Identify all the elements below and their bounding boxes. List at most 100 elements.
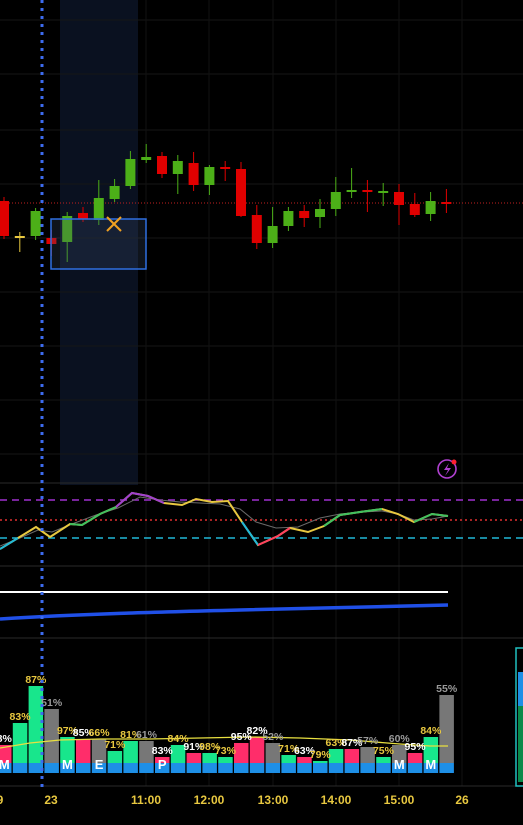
volume-bar <box>12 723 28 763</box>
candle-body <box>441 202 452 204</box>
time-label: 12:00 <box>193 793 225 807</box>
volume-percent-label: 87% <box>25 674 47 686</box>
volume-bar-base <box>139 763 154 773</box>
candle-body <box>362 190 373 192</box>
candle-body <box>93 198 104 220</box>
volume-bar-base <box>202 763 217 773</box>
candle-body <box>204 167 215 185</box>
oscillator-line <box>0 491 449 550</box>
volume-bar-base <box>234 763 249 773</box>
selection-box[interactable] <box>50 218 147 270</box>
candle-body <box>236 169 246 216</box>
candle-body <box>141 157 152 160</box>
candle-body <box>299 211 310 218</box>
volume-percent-label: 75% <box>373 745 395 757</box>
candle-body <box>109 186 120 199</box>
volume-bar <box>186 753 202 763</box>
volume-bar-base <box>186 763 202 773</box>
side-panel-widget[interactable] <box>515 647 523 787</box>
volume-bar <box>107 751 123 763</box>
candle-body <box>425 201 436 214</box>
oscillator-line-down <box>257 527 291 546</box>
oscillator-line-down <box>0 537 19 550</box>
time-label: 9 <box>0 793 3 807</box>
time-label: 13:00 <box>257 793 289 807</box>
volume-percent-label: 84% <box>420 725 442 737</box>
volume-bar <box>123 741 138 763</box>
volume-percent-label: 66% <box>89 727 111 739</box>
trend-line <box>0 603 449 621</box>
candle-body <box>157 156 167 174</box>
candle-body <box>283 211 294 226</box>
time-label: 23 <box>44 793 58 807</box>
volume-percent-label: 95% <box>405 741 427 753</box>
candle-body <box>315 209 325 217</box>
oscillator-line-up <box>413 512 449 523</box>
volume-percent-label: 52% <box>262 731 284 743</box>
volume-percent-label: 83% <box>10 711 32 723</box>
volume-bar-base <box>170 763 186 773</box>
volume-bar <box>234 743 249 763</box>
volume-bar <box>313 761 328 763</box>
volume-bar-base <box>107 763 123 773</box>
volume-bar-base <box>344 763 360 773</box>
volume-percent-label: 55% <box>436 683 458 695</box>
candle-body <box>172 161 183 174</box>
volume-bar-base <box>313 763 328 773</box>
lightning-alert-icon[interactable] <box>437 459 457 479</box>
volume-bar-base <box>297 763 312 773</box>
candle-body <box>30 211 41 236</box>
time-label: 26 <box>455 793 469 807</box>
volume-badge: M <box>394 757 405 772</box>
chart-stage[interactable]: MMEPMM 8%83%87%51%97%85%66%71%81%61%83%8… <box>0 0 523 820</box>
candle-body <box>125 159 136 186</box>
volume-bar-base <box>407 763 423 773</box>
volume-bar-base <box>12 763 28 773</box>
volume-bar-base <box>281 763 296 773</box>
volume-badge: E <box>95 757 104 772</box>
volume-bar <box>218 757 233 763</box>
volume-percent-label: 8% <box>0 733 12 745</box>
volume-percent-label: 83% <box>152 745 174 757</box>
candle-body <box>394 192 404 205</box>
time-label: 14:00 <box>320 793 352 807</box>
candle-body <box>267 226 278 243</box>
volume-percent-label: 73% <box>215 745 237 757</box>
candle-body <box>78 213 88 219</box>
chart-canvas[interactable]: MMEPMM 8%83%87%51%97%85%66%71%81%61%83%8… <box>0 0 523 820</box>
candle-body <box>409 204 420 215</box>
volume-bar-base <box>439 763 454 773</box>
candle-body <box>330 192 341 209</box>
volume-bar-base <box>44 763 59 773</box>
volume-bar-base <box>249 763 265 773</box>
volume-bar <box>407 753 423 763</box>
volume-bar-base <box>376 763 391 773</box>
volume-percent-label: 61% <box>136 729 158 741</box>
candle-body <box>220 167 231 169</box>
time-label: 15:00 <box>383 793 415 807</box>
volume-bar <box>328 749 344 763</box>
volume-badge: M <box>62 757 73 772</box>
volume-percent-label: 79% <box>310 749 332 761</box>
candle-body <box>188 163 199 185</box>
volume-badge: P <box>158 757 167 772</box>
candle-body <box>346 190 357 192</box>
candle-body <box>378 191 389 193</box>
volume-bar-base <box>360 763 375 773</box>
volume-badge: M <box>0 757 10 772</box>
time-label: 11:00 <box>130 793 162 807</box>
volume-badge: M <box>425 757 436 772</box>
candle-body <box>14 236 25 238</box>
oscillator-line-oversold <box>241 521 259 546</box>
volume-bar <box>76 739 91 763</box>
volume-bar <box>344 749 360 763</box>
candle-body <box>251 215 262 243</box>
volume-bar-base <box>265 763 281 773</box>
oscillator-panel <box>0 491 523 550</box>
volume-bar-base <box>218 763 233 773</box>
volume-bar-base <box>76 763 91 773</box>
volume-bar <box>439 695 454 763</box>
oscillator-signal-line <box>0 496 449 547</box>
volume-bar <box>376 757 391 763</box>
volume-percent-label: 51% <box>41 697 63 709</box>
